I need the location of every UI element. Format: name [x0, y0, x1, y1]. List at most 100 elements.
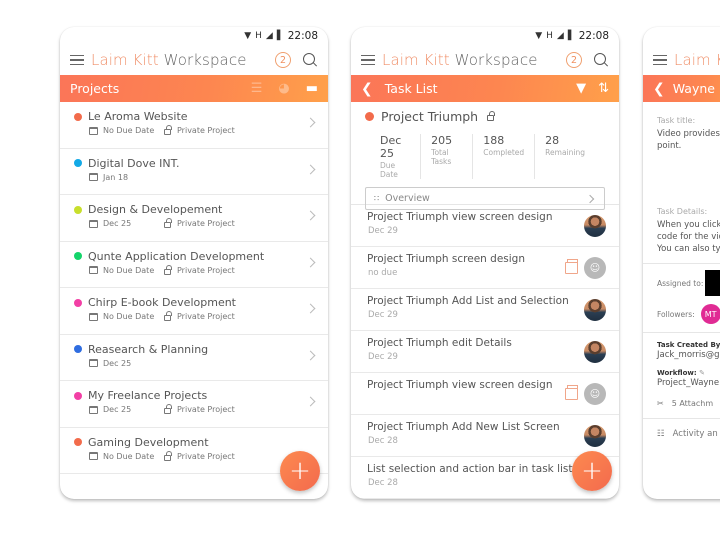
menu-icon[interactable] [361, 54, 375, 66]
hierarchy-icon: ∷ [374, 194, 380, 203]
privacy-label: Private Project [177, 126, 235, 135]
project-meta: Dec 25 Private Project [74, 218, 328, 228]
assignee-avatar [584, 215, 606, 237]
created-by-label: Task Created By: [657, 341, 720, 349]
search-icon[interactable] [303, 52, 318, 68]
project-list-item[interactable]: Digital Dove INT. Jan 18 [60, 149, 328, 195]
filter-icon[interactable]: ▼ [576, 81, 586, 96]
project-list-item[interactable]: Reasearch & Planning Dec 25 [60, 335, 328, 381]
attachments-row[interactable]: ✂ 5 Attachm [657, 399, 720, 408]
unassigned-avatar-icon[interactable]: ☺ [584, 257, 606, 279]
wifi-icon: ▼ [244, 31, 252, 41]
back-icon[interactable]: ❮ [653, 81, 665, 97]
lock-icon [164, 125, 172, 135]
add-project-button[interactable]: + [280, 451, 320, 491]
activity-label: Activity an [672, 429, 718, 439]
task-date: Dec 29 [368, 310, 398, 320]
stat-label: Completed [483, 148, 525, 157]
privacy-label: Private Project [177, 219, 235, 228]
project-list-item[interactable]: Le Aroma Website No Due Date Private Pro… [60, 102, 328, 149]
project-stat: 205 Total Tasks [431, 134, 474, 179]
back-icon[interactable]: ❮ [361, 81, 373, 97]
hplus-icon: H [255, 31, 262, 41]
assignment-section: Assigned to: Followers: MT [643, 263, 720, 324]
followers-label: Followers: [657, 309, 695, 319]
task-details-line: code for the vid [657, 232, 720, 242]
due-date: No Due Date [89, 126, 164, 135]
project-name-row: Gaming Development [74, 436, 328, 449]
notification-badge[interactable]: 2 [275, 52, 291, 68]
notification-badge[interactable]: 2 [566, 52, 582, 68]
task-list-item[interactable]: Project Triumph edit Details Dec 29 [351, 331, 619, 373]
project-color-dot [365, 112, 374, 121]
project-meta: No Due Date Private Project [74, 125, 328, 135]
project-color-dot [74, 391, 82, 400]
calendar-icon [89, 266, 98, 274]
project-list-item[interactable]: My Freelance Projects Dec 25 Private Pro… [60, 381, 328, 428]
app-title: Laim Kitt Workspace [382, 51, 566, 69]
search-icon[interactable] [594, 52, 609, 68]
assignee-avatar [584, 425, 606, 447]
due-date: No Due Date [89, 312, 164, 321]
menu-icon[interactable] [70, 54, 84, 66]
privacy: Private Project [164, 264, 235, 275]
task-detail-header: ❮ Wayne I [643, 75, 720, 102]
project-list-item[interactable]: Qunte Application Development No Due Dat… [60, 242, 328, 288]
activity-row[interactable]: ☷ Activity an [657, 429, 720, 439]
stat-label: Remaining [545, 148, 585, 157]
task-list-item[interactable]: Project Triumph Add List and Selection D… [351, 289, 619, 331]
activity-section[interactable]: ☷ Activity an [643, 418, 720, 439]
due-date: No Due Date [89, 266, 164, 275]
due-date: No Due Date [89, 452, 164, 461]
lock-icon [487, 111, 495, 121]
status-time: 22:08 [287, 30, 318, 42]
overview-label: Overview [385, 193, 430, 204]
due-date: Dec 25 [89, 219, 164, 228]
add-task-button[interactable]: + [572, 451, 612, 491]
archive-icon[interactable] [565, 385, 578, 400]
project-color-dot [74, 205, 82, 214]
created-by-value: Jack_morris@g [657, 350, 720, 360]
project-stats: Dec 25 Due Date 205 Total Tasks 188 Completed… [365, 134, 605, 179]
chart-icon[interactable]: ◕ [278, 81, 289, 96]
task-list-item[interactable]: Project Triumph Add New List Screen Dec … [351, 415, 619, 457]
assigned-to-row[interactable]: Assigned to: [657, 270, 720, 296]
unassigned-avatar-icon[interactable]: ☺ [584, 383, 606, 405]
sort-icon[interactable]: ⇅ [598, 81, 609, 96]
stat-value: 28 [545, 134, 560, 147]
project-name-row: Reasearch & Planning [74, 343, 328, 356]
app-title-second: Workspace [454, 51, 538, 69]
assignee-avatar [584, 299, 606, 321]
due-date: Dec 25 [89, 359, 164, 368]
app-title-first: Laim Kitt [382, 51, 450, 69]
menu-icon[interactable] [653, 54, 667, 66]
status-bar: ▼ H ◢ ▌ 22:08 [351, 27, 619, 45]
task-list-item[interactable]: Project Triumph view screen design ☺ [351, 373, 619, 415]
signal-icon: ◢ [265, 31, 273, 41]
project-list-item[interactable]: Chirp E-book Development No Due Date Pri… [60, 288, 328, 335]
task-date: Dec 28 [368, 436, 398, 446]
projects-header: Projects ☰ ◕ ▬ [60, 75, 328, 102]
app-title-first: Laim K [674, 51, 720, 69]
project-name-row: Design & Developement [74, 203, 328, 216]
pencil-icon[interactable]: ✎ [699, 369, 705, 377]
task-date: no due [368, 268, 398, 278]
project-name-row: Chirp E-book Development [74, 296, 328, 309]
project-list-item[interactable]: Design & Developement Dec 25 Private Pro… [60, 195, 328, 242]
project-color-dot [74, 345, 82, 353]
followers-row[interactable]: Followers: MT [657, 304, 720, 324]
stat-label: Total Tasks [431, 148, 452, 166]
privacy: Private Project [164, 450, 235, 461]
privacy: Private Project [164, 218, 235, 228]
signal-icon: ◢ [556, 31, 564, 41]
task-list-item[interactable]: Project Triumph screen design no due ☺ [351, 247, 619, 289]
app-bar: Laim Kitt Workspace 2 [351, 45, 619, 75]
workflow-value: Project_Wayne [657, 378, 720, 388]
projects-title: Projects [70, 81, 120, 96]
task-list-item[interactable]: Project Triumph view screen design Dec 2… [351, 205, 619, 247]
list-view-icon[interactable]: ☰ [251, 81, 263, 96]
due-date-label: Dec 25 [103, 358, 132, 368]
archive-icon[interactable] [565, 259, 578, 274]
folder-icon[interactable]: ▬ [306, 81, 318, 96]
lock-icon [164, 264, 172, 275]
